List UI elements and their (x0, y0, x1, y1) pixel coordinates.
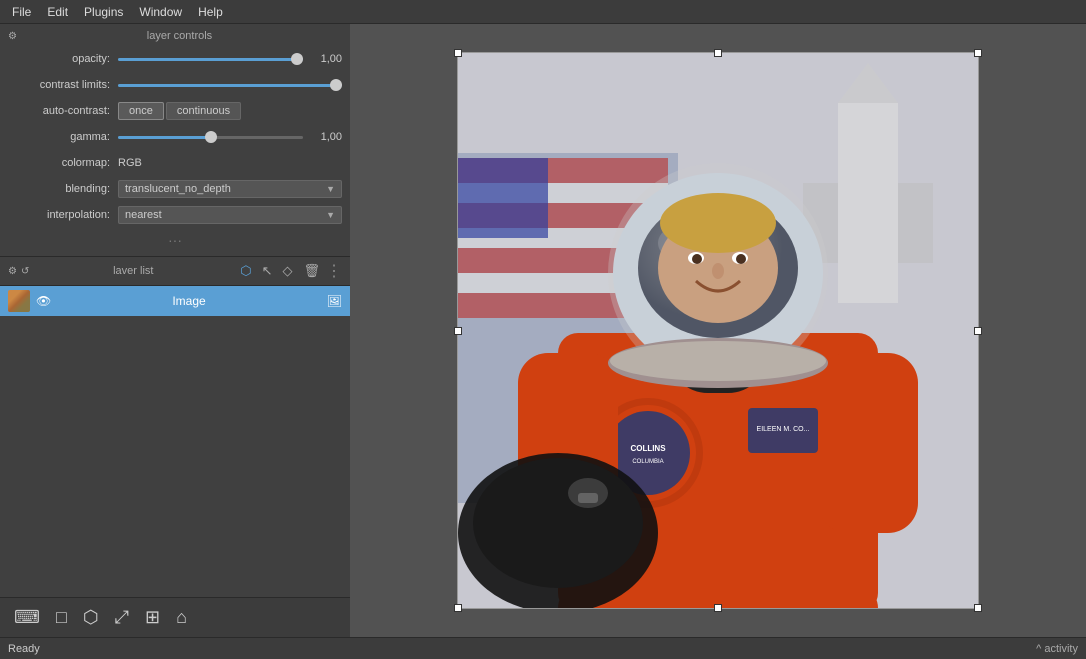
select-tool-button[interactable]: ⬡ (237, 261, 254, 281)
transform-handle-tm[interactable] (714, 49, 722, 57)
left-panel: ⚙ layer controls opacity: 1,00 contrast … (0, 24, 350, 637)
contrast-limits-control (118, 84, 342, 87)
contrast-limits-label: contrast limits: (8, 79, 118, 91)
colormap-value-container: RGB (118, 157, 342, 169)
transform-handle-tl[interactable] (454, 49, 462, 57)
astronaut-image: COLLINS COLUMBIA EILEEN M. CO... (458, 53, 978, 608)
layer-controls-header: ⚙ layer controls (8, 30, 342, 42)
layer-item-image[interactable]: 👁 Image 🖼 (0, 286, 350, 316)
activity-toggle[interactable]: ^ activity (1036, 643, 1078, 655)
gamma-slider[interactable] (118, 136, 303, 139)
blending-row: blending: translucent_no_depth ▼ (8, 178, 342, 200)
transform-handle-tr[interactable] (974, 49, 982, 57)
menu-window[interactable]: Window (131, 3, 190, 21)
opacity-row: opacity: 1,00 (8, 48, 342, 70)
gamma-control: 1,00 (118, 131, 342, 143)
square-button[interactable]: □ (50, 603, 73, 632)
layer-list-header: ⚙ ↺ laver list ⬡ ↖ ◇ 🗑 ⋮ (0, 257, 350, 286)
interpolation-dropdown-icon: ▼ (326, 210, 335, 220)
auto-contrast-row: auto-contrast: once continuous (8, 100, 342, 122)
blending-label: blending: (8, 183, 118, 195)
transform-handle-ml[interactable] (454, 327, 462, 335)
menu-plugins[interactable]: Plugins (76, 3, 131, 21)
blending-dropdown-icon: ▼ (326, 184, 335, 194)
layer-tools: ⚙ ↺ (8, 266, 29, 277)
colormap-label: colormap: (8, 157, 118, 169)
main-area: ⚙ layer controls opacity: 1,00 contrast … (0, 24, 1086, 637)
canvas-area[interactable]: COLLINS COLUMBIA EILEEN M. CO... (350, 24, 1086, 637)
svg-text:COLLINS: COLLINS (630, 444, 666, 453)
status-bar: Ready ^ activity (0, 637, 1086, 659)
colormap-value: RGB (118, 157, 142, 169)
interpolation-value: nearest (125, 209, 162, 221)
menu-help[interactable]: Help (190, 3, 231, 21)
contrast-limits-slider[interactable] (118, 84, 342, 87)
interpolation-select[interactable]: nearest ▼ (118, 206, 342, 224)
layer-visibility-icon[interactable]: 👁 (36, 294, 51, 308)
polygon-tool-button[interactable]: ◇ (279, 261, 295, 281)
status-ready: Ready (8, 643, 40, 655)
delete-layer-button[interactable]: 🗑 (299, 261, 324, 281)
menu-file[interactable]: File (4, 3, 39, 21)
expand-button[interactable]: ⤢ (109, 603, 135, 632)
opacity-label: opacity: (8, 53, 118, 65)
image-container: COLLINS COLUMBIA EILEEN M. CO... (457, 52, 979, 609)
continuous-button[interactable]: continuous (166, 102, 241, 120)
opacity-control: 1,00 (118, 53, 342, 65)
transform-handle-bl[interactable] (454, 604, 462, 612)
colormap-row: colormap: RGB (8, 152, 342, 174)
layer-controls-panel: ⚙ layer controls opacity: 1,00 contrast … (0, 24, 350, 257)
layer-name-label: Image (57, 294, 321, 308)
once-button[interactable]: once (118, 102, 164, 120)
terminal-button[interactable]: ⌨ (8, 603, 46, 632)
svg-text:COLUMBIA: COLUMBIA (632, 459, 663, 465)
interpolation-label: interpolation: (8, 209, 118, 221)
image-canvas: COLLINS COLUMBIA EILEEN M. CO... (458, 53, 978, 608)
layer-list-actions: ⬡ ↖ ◇ 🗑 (237, 261, 324, 281)
layer-thumb-preview (8, 290, 30, 312)
svg-text:EILEEN M. CO...: EILEEN M. CO... (757, 426, 810, 433)
blending-value: translucent_no_depth (125, 183, 231, 195)
layer-item-row: 👁 Image 🖼 (0, 286, 350, 316)
layer-list-panel: ⚙ ↺ laver list ⬡ ↖ ◇ 🗑 ⋮ 👁 (0, 257, 350, 597)
blending-select[interactable]: translucent_no_depth ▼ (118, 180, 342, 198)
layers-button[interactable]: ⬡ (77, 603, 105, 632)
home-button[interactable]: ⌂ (170, 603, 193, 632)
transform-handle-br[interactable] (974, 604, 982, 612)
grid-button[interactable]: ⊞ (139, 603, 166, 632)
move-tool-button[interactable]: ↖ (259, 261, 276, 281)
layer-list-more[interactable]: ⋮ (324, 261, 342, 281)
menubar: File Edit Plugins Window Help (0, 0, 1086, 24)
interpolation-row: interpolation: nearest ▼ (8, 204, 342, 226)
auto-contrast-label: auto-contrast: (8, 105, 118, 117)
gamma-row: gamma: 1,00 (8, 126, 342, 148)
layer-list-title: laver list (29, 265, 237, 277)
transform-handle-mr[interactable] (974, 327, 982, 335)
gamma-value: 1,00 (307, 131, 342, 143)
gamma-label: gamma: (8, 131, 118, 143)
contrast-limits-row: contrast limits: (8, 74, 342, 96)
layer-thumbnail (8, 290, 30, 312)
transform-handle-bm[interactable] (714, 604, 722, 612)
layer-type-icon: 🖼 (327, 294, 342, 308)
opacity-slider[interactable] (118, 58, 303, 61)
layer-controls-title: layer controls (17, 30, 342, 42)
panel-dots: ··· (8, 230, 342, 250)
opacity-value: 1,00 (307, 53, 342, 65)
menu-edit[interactable]: Edit (39, 3, 76, 21)
layer-list-refresh-icon[interactable]: ↺ (21, 266, 29, 277)
panel-settings-icon[interactable]: ⚙ (8, 31, 17, 42)
bottom-toolbar: ⌨ □ ⬡ ⤢ ⊞ ⌂ (0, 597, 350, 637)
auto-contrast-buttons: once continuous (118, 102, 342, 120)
layer-list-settings-icon[interactable]: ⚙ (8, 266, 17, 277)
